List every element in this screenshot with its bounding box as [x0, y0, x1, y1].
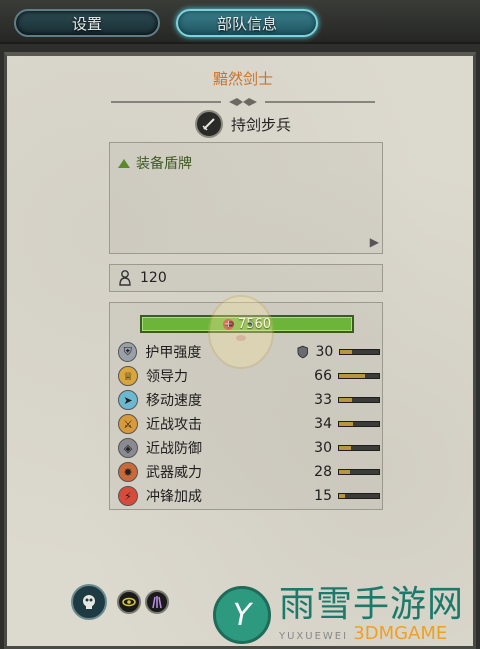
chevron-right-icon[interactable]: ▶	[370, 235, 379, 249]
speed-icon: ➤	[118, 390, 138, 410]
unit-count-box: 120	[109, 264, 383, 292]
stat-bar-fill	[339, 422, 353, 426]
claws-icon[interactable]	[145, 590, 169, 614]
stat-value: 15	[314, 488, 332, 504]
stat-bar	[338, 421, 380, 427]
stat-bar-fill	[339, 374, 366, 378]
stats-box: + 7560 ⛨ 护甲强度 30 ♕ 领导力 66 ➤ 移动速度 33 ⚔ 近战攻击 34 ◈ 近战防御 3…	[109, 302, 383, 510]
stat-bar	[338, 493, 380, 499]
unit-class-label: 持剑步兵	[230, 115, 291, 134]
unit-info-panel: 黯然剑士 持剑步兵 装备盾牌 ▶ 120 + 7560 ⛨ 护甲强度 30 ♕ …	[4, 52, 476, 649]
health-cross-icon: +	[222, 318, 234, 330]
melee-attack-icon: ⚔	[118, 414, 138, 434]
ability-triangle-icon	[118, 158, 130, 168]
unit-count-value: 120	[140, 270, 167, 286]
sword-icon	[194, 110, 223, 138]
title-ornament	[111, 98, 375, 106]
stat-label: 移动速度	[146, 393, 202, 409]
ability-item[interactable]: 装备盾牌	[118, 153, 192, 173]
shield-icon	[297, 345, 308, 359]
eye-icon[interactable]	[117, 590, 141, 614]
bottom-icon-row	[71, 584, 173, 620]
stat-bar	[338, 397, 380, 403]
tab-unit-info[interactable]: 部队信息	[176, 9, 318, 37]
unit-name: 黯然剑士	[212, 70, 273, 88]
stat-label: 冲锋加成	[146, 489, 202, 505]
stat-value: 30	[314, 440, 332, 456]
unit-class-row: 持剑步兵	[7, 110, 479, 138]
hp-bar: + 7560	[140, 315, 354, 333]
unit-size-icon	[119, 270, 131, 286]
stat-value: 28	[314, 464, 332, 480]
watermark: Y 雨雪手游网 YUXUEWEI 3DMGAME	[213, 586, 464, 644]
stat-value: 66	[314, 368, 332, 384]
stat-label: 武器威力	[146, 465, 202, 481]
watermark-cn: 雨雪手游网	[279, 584, 465, 625]
watermark-logo-icon: Y	[213, 586, 271, 644]
stat-row[interactable]: ⚡ 冲锋加成 15	[118, 485, 380, 507]
stat-bar	[339, 349, 381, 355]
stat-row[interactable]: ➤ 移动速度 33	[118, 389, 380, 411]
stat-row[interactable]: ⛨ 护甲强度 30	[118, 341, 381, 363]
stat-label: 近战防御	[146, 441, 202, 457]
watermark-en: YUXUEWEI 3DMGAME	[279, 623, 448, 644]
unit-type-skull-icon[interactable]	[71, 584, 107, 620]
stat-bar-fill	[340, 350, 352, 354]
stat-row[interactable]: ♕ 领导力 66	[118, 365, 380, 387]
stat-bar	[338, 469, 380, 475]
ability-label: 装备盾牌	[136, 156, 192, 172]
top-bar: 设置 部队信息	[0, 0, 480, 44]
stat-row[interactable]: ⚔ 近战攻击 34	[118, 413, 380, 435]
stat-bar-fill	[339, 470, 351, 474]
stat-value: 33	[314, 392, 332, 408]
stat-label: 护甲强度	[145, 345, 202, 361]
stat-value: 34	[314, 416, 332, 432]
leadership-icon: ♕	[118, 366, 138, 386]
stat-bar-fill	[339, 494, 345, 498]
hp-value: 7560	[237, 316, 272, 332]
stat-label: 近战攻击	[146, 417, 202, 433]
stat-label: 领导力	[146, 369, 188, 385]
weapon-strength-icon: ✸	[118, 462, 138, 482]
tab-settings[interactable]: 设置	[14, 9, 160, 37]
stat-row[interactable]: ◈ 近战防御 30	[118, 437, 380, 459]
stat-row[interactable]: ✸ 武器威力 28	[118, 461, 380, 483]
armor-icon: ⛨	[118, 342, 138, 362]
charge-bonus-icon: ⚡	[118, 486, 138, 506]
abilities-box: 装备盾牌 ▶	[109, 142, 383, 254]
stat-bar-fill	[339, 398, 353, 402]
stat-bar	[338, 445, 380, 451]
stat-value: 30	[315, 344, 334, 360]
stat-bar-fill	[339, 446, 351, 450]
stat-bar	[338, 373, 380, 379]
melee-defense-icon: ◈	[118, 438, 138, 458]
